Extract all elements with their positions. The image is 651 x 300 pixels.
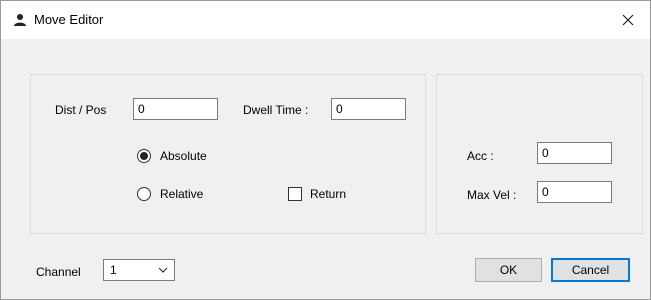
chevron-down-icon bbox=[158, 267, 168, 273]
window-title: Move Editor bbox=[34, 12, 104, 27]
relative-radio[interactable] bbox=[137, 187, 151, 201]
dwell-time-label: Dwell Time : bbox=[243, 103, 309, 117]
acc-label: Acc : bbox=[467, 149, 494, 163]
ok-button[interactable]: OK bbox=[475, 258, 542, 282]
person-icon bbox=[14, 14, 26, 26]
title-bar: Move Editor bbox=[1, 1, 650, 39]
relative-label: Relative bbox=[160, 187, 204, 201]
channel-value: 1 bbox=[110, 263, 117, 277]
close-icon bbox=[622, 14, 634, 26]
return-checkbox[interactable] bbox=[288, 187, 302, 201]
max-vel-label: Max Vel : bbox=[467, 188, 517, 202]
dwell-time-input[interactable]: 0 bbox=[331, 98, 406, 120]
dist-pos-input[interactable]: 0 bbox=[133, 98, 218, 120]
channel-label: Channel bbox=[36, 265, 81, 279]
radio-selected-dot bbox=[140, 152, 148, 160]
acc-input[interactable]: 0 bbox=[537, 142, 612, 164]
dist-pos-label: Dist / Pos bbox=[55, 103, 107, 117]
absolute-label: Absolute bbox=[160, 149, 207, 163]
return-label: Return bbox=[310, 187, 347, 201]
close-button[interactable] bbox=[606, 1, 650, 39]
channel-select[interactable]: 1 bbox=[103, 259, 175, 281]
absolute-radio[interactable] bbox=[137, 149, 151, 163]
cancel-button[interactable]: Cancel bbox=[551, 258, 630, 282]
max-vel-input[interactable]: 0 bbox=[537, 181, 612, 203]
move-editor-window: Move Editor Dist / Pos 0 Dwell Time : 0 … bbox=[0, 0, 651, 300]
